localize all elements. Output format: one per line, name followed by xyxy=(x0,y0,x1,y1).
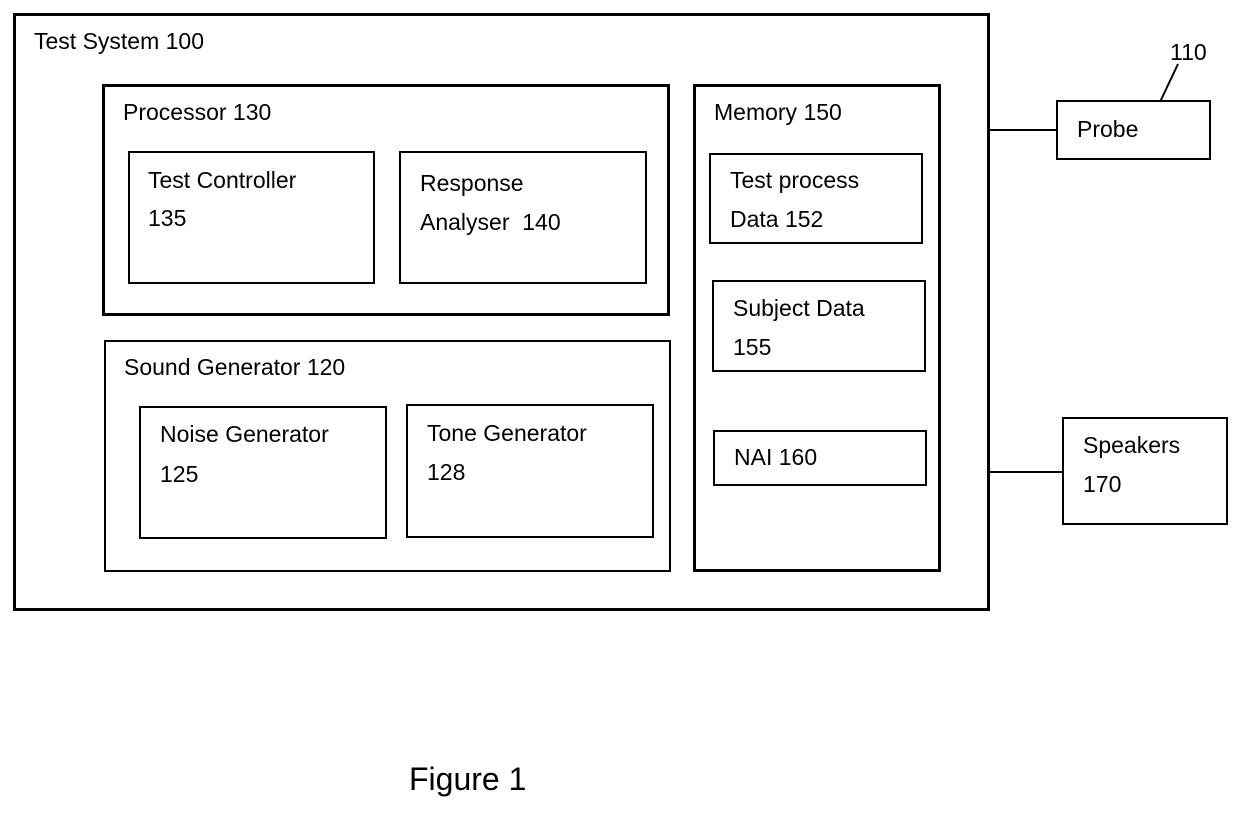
noise-generator-label-2: 125 xyxy=(160,461,199,487)
subject-data-label-2: 155 xyxy=(733,334,772,360)
test-process-data-label-2: Data 152 xyxy=(730,206,824,232)
tone-generator-label-2: 128 xyxy=(427,459,466,485)
test-controller-label-2: 135 xyxy=(148,205,187,231)
speakers-label-2: 170 xyxy=(1083,471,1122,497)
memory-label: Memory 150 xyxy=(714,99,842,125)
sound-generator-label: Sound Generator 120 xyxy=(124,354,346,380)
test-process-data-label-1: Test process xyxy=(730,167,860,193)
processor-label: Processor 130 xyxy=(123,99,272,125)
probe-label: Probe xyxy=(1077,116,1139,142)
response-analyser-label-2: Analyser 140 xyxy=(420,209,561,235)
probe-ref-label: 110 xyxy=(1170,39,1207,65)
response-analyser-label-1: Response xyxy=(420,170,524,196)
subject-data-label-1: Subject Data xyxy=(733,295,865,321)
figure-caption: Figure 1 xyxy=(409,761,527,797)
tone-generator-label-1: Tone Generator xyxy=(427,420,587,446)
speakers-connector xyxy=(990,471,1063,473)
probe-connector xyxy=(990,129,1057,131)
test-system-label: Test System 100 xyxy=(34,28,205,54)
nai-label: NAI 160 xyxy=(734,444,818,470)
test-controller-label-1: Test Controller xyxy=(148,167,297,193)
speakers-label-1: Speakers xyxy=(1083,432,1181,458)
noise-generator-label-1: Noise Generator xyxy=(160,421,329,447)
